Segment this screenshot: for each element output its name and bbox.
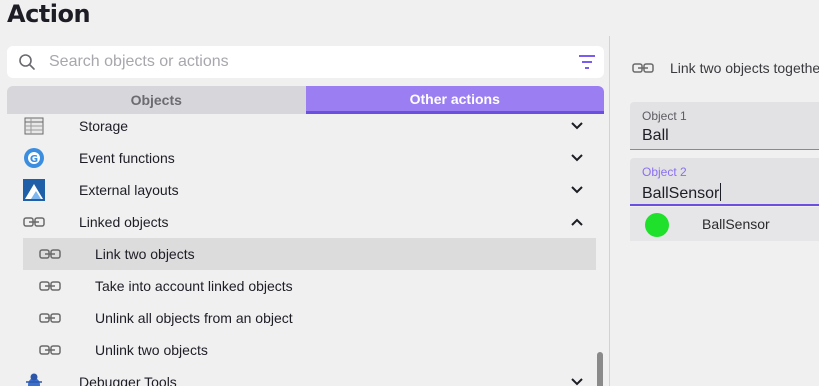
action-description: Link two objects together [632,60,819,76]
list-item-label: Unlink two objects [95,342,208,358]
scrollbar-thumb[interactable] [597,352,603,386]
link-icon [39,275,61,297]
link-icon [632,63,654,73]
object-thumbnail-icon [645,213,669,237]
left-pane: Objects Other actions Storage G [0,0,610,386]
list-item-take-into-account-linked-objects[interactable]: Take into account linked objects [23,270,596,302]
autocomplete-option[interactable]: BallSensor [630,207,819,241]
field-value[interactable]: BallSensor [642,185,719,202]
field-label: Object 1 [642,109,687,123]
list-item-label: Take into account linked objects [95,278,293,294]
search-icon [19,54,35,70]
action-description-text: Link two objects together [670,60,819,76]
list-item-external-layouts[interactable]: External layouts [23,174,596,206]
list-item-label: External layouts [79,182,179,198]
list-item-link-two-objects[interactable]: Link two objects [23,238,596,270]
field-value[interactable]: Ball [642,127,669,145]
list-item-linked-objects[interactable]: Linked objects [23,206,596,238]
search-input[interactable] [49,46,569,78]
link-icon [39,339,61,361]
list-scrollbar[interactable] [597,122,603,386]
svg-text:G: G [30,154,38,165]
bug-icon [23,371,45,386]
link-icon [39,243,61,265]
action-parameters-pane: Link two objects together Object 1 Ball … [610,0,819,386]
chevron-down-icon[interactable] [570,119,584,133]
filter-icon[interactable] [578,54,596,70]
tab-objects[interactable]: Objects [7,86,306,114]
tab-other-actions[interactable]: Other actions [305,86,604,114]
list-item-label: Link two objects [95,246,195,262]
storage-icon [23,115,45,137]
link-icon [39,307,61,329]
list-item-label: Debugger Tools [79,374,177,386]
list-item-label: Unlink all objects from an object [95,310,293,326]
object-1-field[interactable]: Object 1 Ball [630,102,819,150]
search-bar [7,46,604,78]
chevron-up-icon[interactable] [570,215,584,229]
field-label: Object 2 [642,165,687,179]
autocomplete-option-label: BallSensor [702,216,770,232]
list-item-label: Storage [79,118,129,134]
tab-bar: Objects Other actions [7,86,604,114]
chevron-down-icon[interactable] [570,183,584,197]
action-list: Storage G Event functions External layou… [23,114,596,386]
link-icon [23,211,45,233]
event-functions-icon: G [23,147,45,169]
text-caret [720,183,722,201]
field-value-wrap[interactable]: BallSensor [642,183,722,203]
list-item-label: Event functions [79,150,175,166]
chevron-down-icon[interactable] [570,375,584,386]
external-layouts-icon [23,179,45,201]
list-item-storage[interactable]: Storage [23,114,596,142]
list-item-unlink-two-objects[interactable]: Unlink two objects [23,334,596,366]
object-2-field[interactable]: Object 2 BallSensor [630,158,819,206]
list-item-label: Linked objects [79,214,169,230]
list-item-debugger-tools[interactable]: Debugger Tools [23,366,596,386]
list-item-unlink-all-objects[interactable]: Unlink all objects from an object [23,302,596,334]
list-item-event-functions[interactable]: G Event functions [23,142,596,174]
chevron-down-icon[interactable] [570,151,584,165]
